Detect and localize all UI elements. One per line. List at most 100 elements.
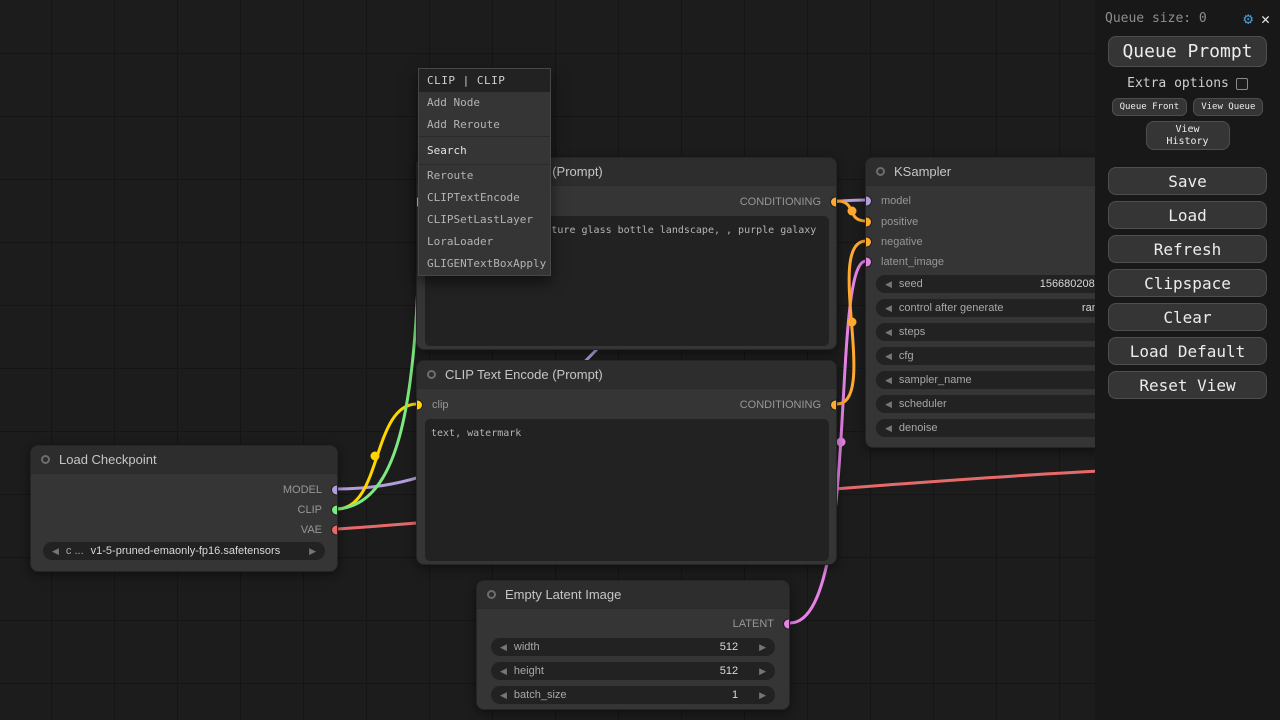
node-title-bar[interactable]: Load Checkpoint xyxy=(31,446,337,474)
node-title: Empty Latent Image xyxy=(505,587,621,602)
widget-value: v1-5-pruned-emaonly-fp16.safetensors xyxy=(91,545,281,557)
clip-wire-dot xyxy=(371,452,380,461)
queue-prompt-button[interactable]: Queue Prompt xyxy=(1108,36,1267,67)
scheduler-widget[interactable]: ◀ scheduler xyxy=(876,395,1115,413)
dragging-clip-wire xyxy=(337,260,419,509)
menu-item-loraloader[interactable]: LoraLoader xyxy=(419,231,550,253)
widget-value: 512 xyxy=(720,641,738,653)
view-queue-button[interactable]: View Queue xyxy=(1193,98,1263,116)
seed-widget[interactable]: ◀ seed 15668020871 xyxy=(876,275,1115,293)
widget-value: 1 xyxy=(732,689,738,701)
node-ksampler[interactable]: KSampler model positive negative latent_… xyxy=(865,157,1115,448)
link-release-context-menu: CLIP | CLIP Add Node Add Reroute Search … xyxy=(418,68,551,276)
prev-value-icon[interactable]: ◀ xyxy=(885,280,892,289)
clip-input-label: clip xyxy=(432,399,449,411)
vae-output-slot[interactable] xyxy=(332,526,338,535)
cfg-widget[interactable]: ◀ cfg xyxy=(876,347,1115,365)
height-widget[interactable]: ◀ height 512 ▶ xyxy=(491,662,775,680)
menu-item-clipsetlastlayer[interactable]: CLIPSetLastLayer xyxy=(419,209,550,231)
model-input-label: model xyxy=(881,195,911,207)
reset-view-button[interactable]: Reset View xyxy=(1108,371,1267,399)
model-output-slot[interactable] xyxy=(332,486,338,495)
widget-label: c ... xyxy=(66,545,84,557)
prev-value-icon[interactable]: ◀ xyxy=(885,376,892,385)
denoise-widget[interactable]: ◀ denoise xyxy=(876,419,1115,437)
widget-label: control after generate xyxy=(899,302,1004,314)
next-value-icon[interactable]: ▶ xyxy=(759,667,766,676)
node-empty-latent-image[interactable]: Empty Latent Image LATENT ◀ width 512 ▶ … xyxy=(476,580,790,710)
latent-wire-dot xyxy=(837,438,846,447)
close-menu-icon[interactable]: ✕ xyxy=(1261,10,1270,28)
queue-front-button[interactable]: Queue Front xyxy=(1112,98,1188,116)
clip-output-label: CLIP xyxy=(298,504,322,516)
load-button[interactable]: Load xyxy=(1108,201,1267,229)
queue-size-label: Queue size: 0 xyxy=(1105,11,1235,26)
collapse-dot-icon[interactable] xyxy=(876,167,885,176)
menu-item-add-reroute[interactable]: Add Reroute xyxy=(419,114,550,136)
latent-image-input-label: latent_image xyxy=(881,256,944,268)
menu-item-cliptextencode[interactable]: CLIPTextEncode xyxy=(419,187,550,209)
batch-size-widget[interactable]: ◀ batch_size 1 ▶ xyxy=(491,686,775,704)
latent-output-slot[interactable] xyxy=(784,620,790,629)
collapse-dot-icon[interactable] xyxy=(427,370,436,379)
conditioning-output-slot[interactable] xyxy=(831,401,837,410)
widget-label: steps xyxy=(899,326,925,338)
refresh-button[interactable]: Refresh xyxy=(1108,235,1267,263)
negative-input-slot[interactable] xyxy=(865,238,871,247)
menu-item-reroute[interactable]: Reroute xyxy=(419,165,550,187)
node-title-bar[interactable]: Empty Latent Image xyxy=(477,581,789,609)
conditioning-output-label: CONDITIONING xyxy=(740,399,821,411)
node-title-bar[interactable]: KSampler xyxy=(866,158,1114,186)
sampler-name-widget[interactable]: ◀ sampler_name xyxy=(876,371,1115,389)
prev-value-icon[interactable]: ◀ xyxy=(885,304,892,313)
negative-input-label: negative xyxy=(881,236,923,248)
next-value-icon[interactable]: ▶ xyxy=(759,643,766,652)
load-default-button[interactable]: Load Default xyxy=(1108,337,1267,365)
prev-value-icon[interactable]: ◀ xyxy=(885,328,892,337)
node-title: KSampler xyxy=(894,164,951,179)
model-input-slot[interactable] xyxy=(865,197,871,206)
next-value-icon[interactable]: ▶ xyxy=(309,547,316,556)
control-after-generate-widget[interactable]: ◀ control after generate ran... xyxy=(876,299,1115,317)
prompt-text-area[interactable]: text, watermark xyxy=(425,419,829,561)
node-title: Load Checkpoint xyxy=(59,452,157,467)
prev-value-icon[interactable]: ◀ xyxy=(885,400,892,409)
positive-input-slot[interactable] xyxy=(865,218,871,227)
widget-label: scheduler xyxy=(899,398,947,410)
extra-options-label: Extra options xyxy=(1127,76,1229,91)
menu-search-input[interactable]: Search xyxy=(419,136,550,165)
prev-value-icon[interactable]: ◀ xyxy=(500,643,507,652)
conditioning-output-slot[interactable] xyxy=(831,198,837,207)
graph-canvas[interactable]: CLIP Text Encode (Prompt) clip CONDITION… xyxy=(0,0,1280,720)
positive-wire-dot xyxy=(848,207,857,216)
prev-value-icon[interactable]: ◀ xyxy=(885,352,892,361)
clip-output-slot[interactable] xyxy=(332,506,338,515)
node-clip-text-encode-negative[interactable]: CLIP Text Encode (Prompt) clip CONDITION… xyxy=(416,360,837,565)
view-history-button[interactable]: View History xyxy=(1146,121,1230,150)
menu-item-add-node[interactable]: Add Node xyxy=(419,92,550,114)
latent-image-input-slot[interactable] xyxy=(865,258,871,267)
widget-label: seed xyxy=(899,278,923,290)
ckpt-name-widget[interactable]: ◀ c ... v1-5-pruned-emaonly-fp16.safeten… xyxy=(43,542,325,560)
prev-value-icon[interactable]: ◀ xyxy=(500,667,507,676)
clipspace-button[interactable]: Clipspace xyxy=(1108,269,1267,297)
settings-gear-icon[interactable]: ⚙ xyxy=(1243,9,1253,28)
node-title-bar[interactable]: CLIP Text Encode (Prompt) xyxy=(417,361,836,389)
steps-widget[interactable]: ◀ steps xyxy=(876,323,1115,341)
node-load-checkpoint[interactable]: Load Checkpoint MODEL CLIP VAE ◀ c ... v… xyxy=(30,445,338,572)
collapse-dot-icon[interactable] xyxy=(487,590,496,599)
prev-value-icon[interactable]: ◀ xyxy=(885,424,892,433)
clear-button[interactable]: Clear xyxy=(1108,303,1267,331)
collapse-dot-icon[interactable] xyxy=(41,455,50,464)
extra-options-checkbox[interactable] xyxy=(1236,78,1248,90)
widget-label: height xyxy=(514,665,544,677)
clip-input-slot[interactable] xyxy=(416,401,422,410)
widget-label: denoise xyxy=(899,422,938,434)
negative-wire-dot xyxy=(848,318,857,327)
next-value-icon[interactable]: ▶ xyxy=(759,691,766,700)
save-button[interactable]: Save xyxy=(1108,167,1267,195)
width-widget[interactable]: ◀ width 512 ▶ xyxy=(491,638,775,656)
menu-item-gligentextboxapply[interactable]: GLIGENTextBoxApply xyxy=(419,253,550,275)
prev-value-icon[interactable]: ◀ xyxy=(52,547,59,556)
prev-value-icon[interactable]: ◀ xyxy=(500,691,507,700)
